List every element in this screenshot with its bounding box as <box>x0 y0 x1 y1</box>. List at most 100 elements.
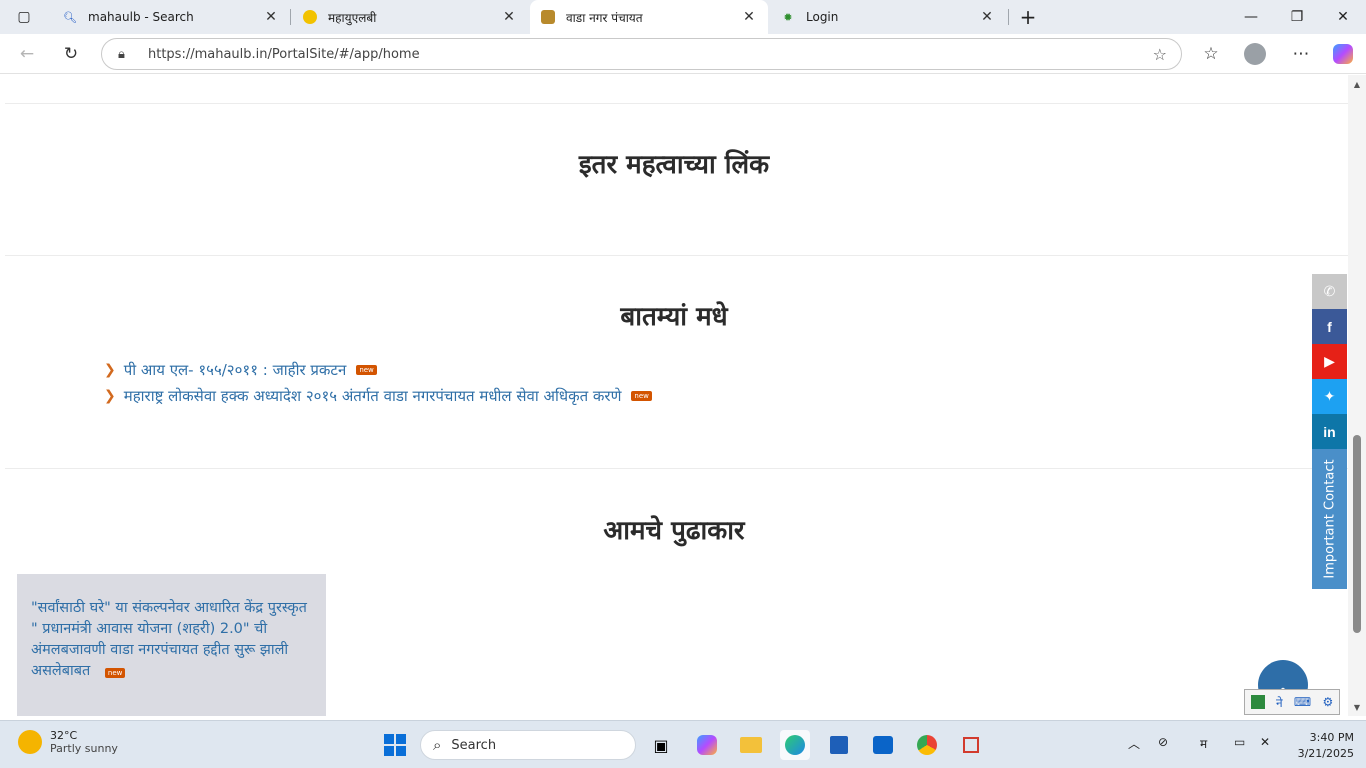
divider <box>5 468 1348 469</box>
close-icon[interactable]: ✕ <box>978 9 996 25</box>
chevron-right-icon: ❯ <box>104 388 116 404</box>
search-icon: 🔍︎ <box>63 10 77 24</box>
notice-card: "सर्वांसाठी घरे" या संकल्पनेवर आधारित के… <box>17 574 326 716</box>
phone-button[interactable]: ✆ <box>1312 274 1347 309</box>
network-off-icon[interactable]: ⊘ <box>1158 735 1168 749</box>
search-icon: ⌕ <box>433 736 442 754</box>
volume-muted-icon[interactable]: ✕ <box>1260 735 1270 749</box>
tab-login[interactable]: ✹ Login ✕ <box>770 0 1006 34</box>
restore-button[interactable]: ❐ <box>1274 0 1320 34</box>
windows-logo-icon <box>384 734 406 756</box>
scrollbar-thumb[interactable] <box>1353 435 1361 633</box>
facebook-icon: f <box>1327 318 1332 335</box>
keyboard-icon[interactable]: ⌨ <box>1294 695 1311 709</box>
new-badge: new <box>104 668 126 678</box>
youtube-button[interactable]: ▶ <box>1312 344 1347 379</box>
show-hidden-icons-chevron-icon[interactable]: ︿ <box>1128 735 1140 752</box>
tab-mahaulb[interactable]: महायुएलबी ✕ <box>292 0 528 34</box>
taskbar-search-label: Search <box>451 737 497 753</box>
leaders-section-title: आमचे पुढाकार <box>603 516 745 546</box>
taskbar: 32°C Partly sunny ⌕ Search ▣ ︿ ⊘ म ▭ ✕ 3… <box>0 720 1366 768</box>
new-tab-button[interactable]: + <box>1008 0 1048 34</box>
input-language-indicator[interactable]: म <box>1200 735 1207 752</box>
start-button[interactable] <box>380 730 410 760</box>
tab-strip: ▢ 🔍︎ mahaulb - Search ✕ महायुएलबी ✕ वाडा… <box>0 0 1366 34</box>
youtube-icon: ▶ <box>1324 353 1335 370</box>
minimize-button[interactable]: — <box>1228 0 1274 34</box>
clock-time: 3:40 PM <box>1309 731 1354 744</box>
site-logo-icon <box>302 9 318 25</box>
important-contact-label: Important Contact <box>1322 459 1337 579</box>
news-section-title: बातम्यां मधे <box>620 302 728 332</box>
taskbar-search[interactable]: ⌕ Search <box>420 730 636 760</box>
ime-language-label[interactable]: ने <box>1276 694 1283 711</box>
refresh-button[interactable]: ↻ <box>56 40 86 68</box>
display-icon[interactable]: ▭ <box>1234 735 1245 749</box>
ime-toolbar[interactable]: ने ⌨ ⚙ <box>1244 689 1340 715</box>
microsoft-store-icon[interactable] <box>824 730 854 760</box>
copilot-icon[interactable] <box>1328 40 1358 68</box>
weather-widget[interactable]: 32°C Partly sunny <box>18 729 118 755</box>
chevron-right-icon: ❯ <box>104 362 116 378</box>
close-window-button[interactable]: ✕ <box>1320 0 1366 34</box>
chrome-icon[interactable] <box>912 730 942 760</box>
page-scrollbar[interactable]: ▲ ▼ <box>1348 75 1366 716</box>
twitter-icon: ✦ <box>1323 388 1336 405</box>
linkedin-button[interactable]: in <box>1312 414 1347 449</box>
page-viewport: इतर महत्वाच्या लिंक बातम्यां मधे ❯ पी आय… <box>0 75 1348 716</box>
profile-avatar[interactable] <box>1240 40 1270 68</box>
close-icon[interactable]: ✕ <box>740 9 758 25</box>
url-text: https://mahaulb.in/PortalSite/#/app/home <box>148 46 420 62</box>
site-logo-icon <box>540 9 556 25</box>
favorite-star-icon[interactable]: ☆ <box>1153 45 1167 64</box>
snipping-tool-icon[interactable] <box>956 730 986 760</box>
tab-actions-icon[interactable]: ▢ <box>4 0 44 34</box>
close-icon[interactable]: ✕ <box>262 9 280 25</box>
tab-title: mahaulb - Search <box>88 10 194 24</box>
news-link[interactable]: पी आय एल- १५५/२०११ : जाहीर प्रकटन <box>124 360 347 380</box>
tab-title: महायुएलबी <box>328 10 377 25</box>
twitter-button[interactable]: ✦ <box>1312 379 1347 414</box>
new-badge: new <box>631 391 652 401</box>
facebook-button[interactable]: f <box>1312 309 1347 344</box>
close-icon[interactable]: ✕ <box>500 9 518 25</box>
lock-icon[interactable]: 🔒︎ <box>118 47 138 62</box>
scroll-up-arrow-icon[interactable]: ▲ <box>1348 75 1366 93</box>
browser-toolbar: ← ↻ 🔒︎ https://mahaulb.in/PortalSite/#/a… <box>0 34 1366 74</box>
tab-wada-nagar-panchayat[interactable]: वाडा नगर पंचायत ✕ <box>530 0 768 34</box>
task-view-icon[interactable]: ▣ <box>646 730 676 760</box>
copilot-taskbar-icon[interactable] <box>692 730 722 760</box>
news-item[interactable]: ❯ महाराष्ट्र लोकसेवा हक्क अध्यादेश २०१५ … <box>104 386 652 406</box>
more-menu-icon[interactable]: ⋯ <box>1286 40 1316 68</box>
tab-title: Login <box>806 10 839 24</box>
weather-temperature: 32°C <box>50 729 78 742</box>
system-clock[interactable]: 3:40 PM 3/21/2025 <box>1288 730 1354 762</box>
ime-logo-icon <box>1250 695 1265 709</box>
file-explorer-icon[interactable] <box>736 730 766 760</box>
gear-logo-icon: ✹ <box>783 10 793 24</box>
back-button[interactable]: ← <box>12 40 42 68</box>
news-link[interactable]: महाराष्ट्र लोकसेवा हक्क अध्यादेश २०१५ अं… <box>124 386 622 406</box>
divider <box>5 103 1348 104</box>
weather-description: Partly sunny <box>50 742 118 755</box>
tab-mahaulb-search[interactable]: 🔍︎ mahaulb - Search ✕ <box>52 0 290 34</box>
important-contact-tab[interactable]: Important Contact <box>1312 449 1347 589</box>
new-badge: new <box>356 365 377 375</box>
settings-gear-icon[interactable]: ⚙ <box>1323 695 1334 709</box>
edge-browser-icon[interactable] <box>780 730 810 760</box>
address-bar[interactable]: 🔒︎ https://mahaulb.in/PortalSite/#/app/h… <box>101 38 1182 70</box>
notice-link[interactable]: "सर्वांसाठी घरे" या संकल्पनेवर आधारित के… <box>31 598 312 682</box>
links-section-title: इतर महत्वाच्या लिंक <box>578 150 770 180</box>
tab-title: वाडा नगर पंचायत <box>566 10 643 25</box>
scroll-down-arrow-icon[interactable]: ▼ <box>1348 698 1366 716</box>
tab-separator <box>290 9 291 25</box>
notice-text[interactable]: "सर्वांसाठी घरे" या संकल्पनेवर आधारित के… <box>31 600 307 679</box>
news-item[interactable]: ❯ पी आय एल- १५५/२०११ : जाहीर प्रकटन new <box>104 360 377 380</box>
clock-date: 3/21/2025 <box>1297 747 1354 760</box>
outlook-icon[interactable] <box>868 730 898 760</box>
favorites-icon[interactable]: ☆ <box>1196 40 1226 68</box>
divider <box>5 255 1348 256</box>
phone-icon: ✆ <box>1323 283 1336 300</box>
partly-sunny-icon <box>18 730 42 754</box>
linkedin-icon: in <box>1323 423 1336 440</box>
